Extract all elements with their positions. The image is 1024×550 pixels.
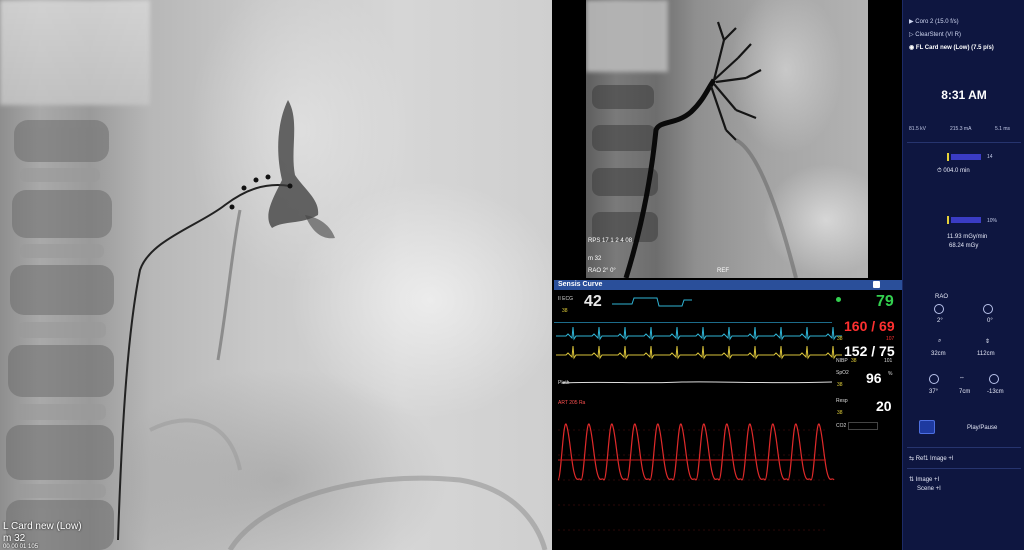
angle-2-icon <box>983 304 993 314</box>
art-value: 160 / 69 <box>844 318 895 334</box>
clock: 8:31 AM <box>941 88 987 102</box>
fluoro-bar-marker <box>947 153 949 161</box>
co2-label: CO2 <box>836 423 847 429</box>
live-fluoro-image[interactable]: L Card new (Low) m 32 00 00 01 105 <box>0 0 552 550</box>
pin-icon[interactable] <box>873 281 880 288</box>
hemodynamic-monitor[interactable]: Sensis Curve II ECG 42 38 79 160 / 69 38… <box>554 280 902 550</box>
spo2-alarm: 38 <box>837 382 843 388</box>
dose-bar-marker <box>947 216 949 224</box>
play-pause-button[interactable] <box>919 420 935 434</box>
ecg-wave-1 <box>556 326 842 341</box>
sid-icon: ⇕ <box>985 339 991 345</box>
nibp-mean-a: 38 <box>851 358 857 364</box>
table-rotate-icon <box>929 374 939 384</box>
hr-alarm: 38 <box>562 308 568 314</box>
art-wave <box>557 423 835 531</box>
pleth-wave <box>561 381 833 384</box>
ma-value: 215.3 mA <box>950 126 972 132</box>
resp-alarm: 38 <box>837 410 843 416</box>
nibp-label: NIBP <box>836 358 848 364</box>
ref-image-label: Ref1 Image +I <box>915 456 954 462</box>
table-move-icon: ⇔ <box>959 375 965 381</box>
zoom-1: 32cm <box>931 351 946 357</box>
ecg-wave-2 <box>556 345 842 360</box>
ecg-trace <box>556 326 842 341</box>
projection-label: RAO <box>935 294 949 300</box>
art-alarm-low: 38 <box>837 336 843 342</box>
nibp-mean-b: 101 <box>884 358 893 364</box>
dose-total: 68.24 mGy <box>949 243 979 249</box>
status-dot-icon <box>836 297 841 302</box>
program-item-1[interactable]: ▶ Coro 2 (15.0 f/s) <box>909 18 959 25</box>
spo2-label: SpO2 <box>836 370 849 376</box>
art-wave-label: ART 205 Ra <box>558 400 586 406</box>
ref-tag: REF <box>717 268 729 274</box>
ref-overlay-2: m 32 <box>588 256 602 262</box>
play-pause-label[interactable]: Play/Pause <box>967 425 997 431</box>
ecg-label: II ECG <box>558 296 574 302</box>
spo2-unit: % <box>888 371 893 377</box>
hr-trend-wave <box>612 297 692 307</box>
co2-box <box>848 422 878 430</box>
separator <box>554 322 832 323</box>
protocol-label: L Card new (Low) <box>3 521 82 532</box>
table-1: 37° <box>929 389 939 395</box>
angle-1: 2° <box>937 318 943 324</box>
dose-rate: 11.93 mGy/min <box>947 234 988 240</box>
table-height-icon <box>989 374 999 384</box>
art-trace <box>557 423 835 481</box>
zoom-icon: ⌕ <box>938 338 942 344</box>
ref-overlay-1: RPS 17 1 2 4 08 <box>588 238 633 244</box>
distance-label: m 32 <box>3 533 26 544</box>
ms-value: 5.1 ms <box>995 126 1011 132</box>
program-2-label: ClearStent (VI R) <box>915 32 961 38</box>
live-anatomy <box>6 100 548 550</box>
scene-item[interactable]: Scene +I <box>917 486 941 492</box>
program-item-3[interactable]: ◉ FL Card new (Low) (7.5 p/s) <box>909 44 994 51</box>
dose-bar-max: 10% <box>987 218 998 224</box>
spo2-pulse-value: 79 <box>876 293 894 310</box>
angle-1-icon <box>934 304 944 314</box>
image-item[interactable]: ⇅ Image +I <box>909 476 939 483</box>
date-label: 00 00 01 105 <box>3 544 39 550</box>
program-item-2[interactable]: ▷ ClearStent (VI R) <box>909 31 961 38</box>
divider <box>907 447 1021 448</box>
fluoro-time: ⏱ 004.0 min <box>937 168 970 174</box>
resp-value: 20 <box>876 398 892 414</box>
program-1-label: Coro 2 (15.0 f/s) <box>915 19 959 25</box>
kv-value: 81.5 kV <box>909 126 926 132</box>
resp-label: Resp <box>836 398 848 404</box>
control-sidebar: ▶ Coro 2 (15.0 f/s) ▷ ClearStent (VI R) … <box>902 0 1024 550</box>
monitor-title-bar <box>554 280 902 290</box>
zoom-2: 112cm <box>977 351 995 357</box>
program-3-label: FL Card new (Low) (7.5 p/s) <box>915 45 994 51</box>
image-label: Image +I <box>915 477 940 483</box>
art-alarm-high: 107 <box>886 336 895 342</box>
hr-value: 42 <box>584 293 602 310</box>
ecg-trace <box>556 345 842 360</box>
reference-image[interactable]: RPS 17 1 2 4 08 m 32 RAO 2° 0° REF <box>586 0 868 278</box>
nibp-value: 152 / 75 <box>844 343 895 359</box>
table-2: 7cm <box>959 389 971 395</box>
fluoro-time-bar <box>951 154 981 160</box>
fluoro-bar-max: 14 <box>987 154 993 160</box>
spo2-value: 96 <box>866 370 882 386</box>
ref-anatomy <box>592 21 798 278</box>
table-3: -13cm <box>987 389 1004 395</box>
ref-image-item[interactable]: ⇆ Ref1 Image +I <box>909 455 954 462</box>
ref-overlay-3: RAO 2° 0° <box>588 268 616 274</box>
divider <box>907 468 1021 469</box>
angle-2: 0° <box>987 318 993 324</box>
fluoro-time-value: 004.0 min <box>943 168 970 174</box>
monitor-title: Sensis Curve <box>558 281 603 288</box>
divider <box>907 142 1021 143</box>
dose-bar <box>951 217 981 223</box>
